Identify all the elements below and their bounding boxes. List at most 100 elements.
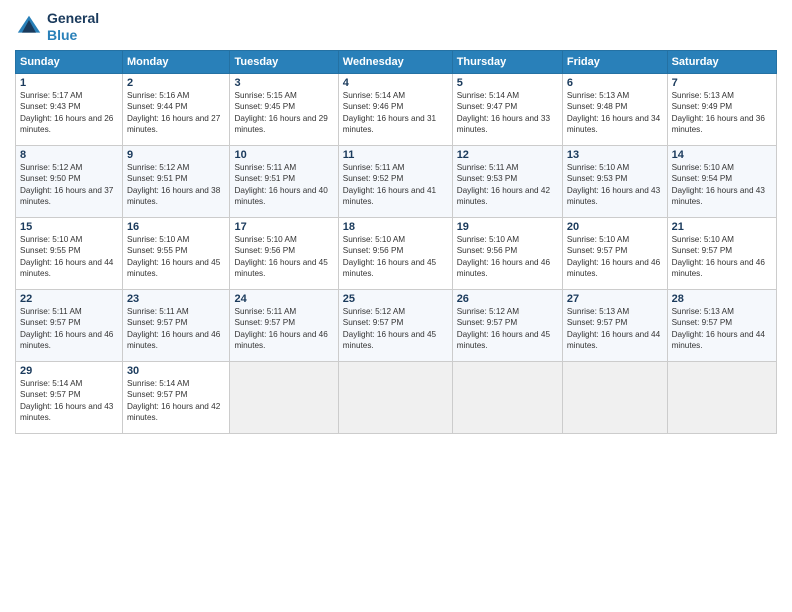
day-info: Sunrise: 5:10 AMSunset: 9:56 PMDaylight:… [343,234,448,280]
day-info: Sunrise: 5:11 AMSunset: 9:57 PMDaylight:… [20,306,118,352]
day-info: Sunrise: 5:14 AMSunset: 9:46 PMDaylight:… [343,90,448,136]
day-info: Sunrise: 5:11 AMSunset: 9:57 PMDaylight:… [127,306,226,352]
day-cell-20: 20Sunrise: 5:10 AMSunset: 9:57 PMDayligh… [562,217,667,289]
day-number: 26 [457,293,558,305]
day-number: 4 [343,77,448,89]
calendar-header-row: SundayMondayTuesdayWednesdayThursdayFrid… [16,50,777,73]
day-info: Sunrise: 5:13 AMSunset: 9:48 PMDaylight:… [567,90,663,136]
day-info: Sunrise: 5:12 AMSunset: 9:57 PMDaylight:… [343,306,448,352]
day-info: Sunrise: 5:12 AMSunset: 9:50 PMDaylight:… [20,162,118,208]
header-cell-friday: Friday [562,50,667,73]
day-cell-26: 26Sunrise: 5:12 AMSunset: 9:57 PMDayligh… [452,289,562,361]
header-cell-saturday: Saturday [667,50,776,73]
day-cell-14: 14Sunrise: 5:10 AMSunset: 9:54 PMDayligh… [667,145,776,217]
empty-cell [452,361,562,433]
day-cell-15: 15Sunrise: 5:10 AMSunset: 9:55 PMDayligh… [16,217,123,289]
day-cell-21: 21Sunrise: 5:10 AMSunset: 9:57 PMDayligh… [667,217,776,289]
day-info: Sunrise: 5:10 AMSunset: 9:56 PMDaylight:… [457,234,558,280]
day-cell-17: 17Sunrise: 5:10 AMSunset: 9:56 PMDayligh… [230,217,338,289]
day-info: Sunrise: 5:12 AMSunset: 9:57 PMDaylight:… [457,306,558,352]
day-number: 20 [567,221,663,233]
header-cell-monday: Monday [122,50,230,73]
day-number: 14 [672,149,772,161]
day-number: 30 [127,365,226,377]
page: General Blue SundayMondayTuesdayWednesda… [0,0,792,612]
day-info: Sunrise: 5:10 AMSunset: 9:55 PMDaylight:… [127,234,226,280]
day-cell-23: 23Sunrise: 5:11 AMSunset: 9:57 PMDayligh… [122,289,230,361]
week-row-5: 29Sunrise: 5:14 AMSunset: 9:57 PMDayligh… [16,361,777,433]
empty-cell [667,361,776,433]
header-cell-thursday: Thursday [452,50,562,73]
day-number: 12 [457,149,558,161]
day-info: Sunrise: 5:13 AMSunset: 9:57 PMDaylight:… [672,306,772,352]
day-number: 24 [234,293,333,305]
day-number: 28 [672,293,772,305]
day-number: 15 [20,221,118,233]
day-number: 29 [20,365,118,377]
day-cell-4: 4Sunrise: 5:14 AMSunset: 9:46 PMDaylight… [338,73,452,145]
day-cell-18: 18Sunrise: 5:10 AMSunset: 9:56 PMDayligh… [338,217,452,289]
day-number: 27 [567,293,663,305]
day-info: Sunrise: 5:10 AMSunset: 9:55 PMDaylight:… [20,234,118,280]
header: General Blue [15,10,777,44]
day-info: Sunrise: 5:11 AMSunset: 9:52 PMDaylight:… [343,162,448,208]
logo-text: General Blue [47,10,99,44]
day-cell-1: 1Sunrise: 5:17 AMSunset: 9:43 PMDaylight… [16,73,123,145]
day-number: 5 [457,77,558,89]
day-info: Sunrise: 5:16 AMSunset: 9:44 PMDaylight:… [127,90,226,136]
day-number: 9 [127,149,226,161]
day-number: 13 [567,149,663,161]
day-number: 21 [672,221,772,233]
day-number: 19 [457,221,558,233]
day-cell-12: 12Sunrise: 5:11 AMSunset: 9:53 PMDayligh… [452,145,562,217]
day-cell-6: 6Sunrise: 5:13 AMSunset: 9:48 PMDaylight… [562,73,667,145]
empty-cell [338,361,452,433]
day-number: 22 [20,293,118,305]
day-cell-30: 30Sunrise: 5:14 AMSunset: 9:57 PMDayligh… [122,361,230,433]
header-cell-wednesday: Wednesday [338,50,452,73]
day-number: 1 [20,77,118,89]
day-info: Sunrise: 5:13 AMSunset: 9:49 PMDaylight:… [672,90,772,136]
day-info: Sunrise: 5:10 AMSunset: 9:56 PMDaylight:… [234,234,333,280]
day-info: Sunrise: 5:10 AMSunset: 9:57 PMDaylight:… [672,234,772,280]
day-cell-8: 8Sunrise: 5:12 AMSunset: 9:50 PMDaylight… [16,145,123,217]
day-cell-7: 7Sunrise: 5:13 AMSunset: 9:49 PMDaylight… [667,73,776,145]
calendar-table: SundayMondayTuesdayWednesdayThursdayFrid… [15,50,777,434]
day-cell-29: 29Sunrise: 5:14 AMSunset: 9:57 PMDayligh… [16,361,123,433]
week-row-1: 1Sunrise: 5:17 AMSunset: 9:43 PMDaylight… [16,73,777,145]
week-row-2: 8Sunrise: 5:12 AMSunset: 9:50 PMDaylight… [16,145,777,217]
logo-icon [15,13,43,41]
day-info: Sunrise: 5:11 AMSunset: 9:57 PMDaylight:… [234,306,333,352]
day-info: Sunrise: 5:14 AMSunset: 9:57 PMDaylight:… [20,378,118,424]
day-cell-9: 9Sunrise: 5:12 AMSunset: 9:51 PMDaylight… [122,145,230,217]
logo: General Blue [15,10,99,44]
day-number: 2 [127,77,226,89]
day-info: Sunrise: 5:14 AMSunset: 9:57 PMDaylight:… [127,378,226,424]
day-number: 10 [234,149,333,161]
day-info: Sunrise: 5:10 AMSunset: 9:53 PMDaylight:… [567,162,663,208]
day-cell-28: 28Sunrise: 5:13 AMSunset: 9:57 PMDayligh… [667,289,776,361]
day-cell-19: 19Sunrise: 5:10 AMSunset: 9:56 PMDayligh… [452,217,562,289]
day-cell-13: 13Sunrise: 5:10 AMSunset: 9:53 PMDayligh… [562,145,667,217]
day-info: Sunrise: 5:14 AMSunset: 9:47 PMDaylight:… [457,90,558,136]
day-info: Sunrise: 5:15 AMSunset: 9:45 PMDaylight:… [234,90,333,136]
day-cell-11: 11Sunrise: 5:11 AMSunset: 9:52 PMDayligh… [338,145,452,217]
day-number: 25 [343,293,448,305]
day-number: 8 [20,149,118,161]
calendar-body: 1Sunrise: 5:17 AMSunset: 9:43 PMDaylight… [16,73,777,433]
day-info: Sunrise: 5:10 AMSunset: 9:54 PMDaylight:… [672,162,772,208]
day-number: 11 [343,149,448,161]
day-info: Sunrise: 5:17 AMSunset: 9:43 PMDaylight:… [20,90,118,136]
day-number: 16 [127,221,226,233]
day-cell-5: 5Sunrise: 5:14 AMSunset: 9:47 PMDaylight… [452,73,562,145]
day-info: Sunrise: 5:12 AMSunset: 9:51 PMDaylight:… [127,162,226,208]
week-row-3: 15Sunrise: 5:10 AMSunset: 9:55 PMDayligh… [16,217,777,289]
day-cell-2: 2Sunrise: 5:16 AMSunset: 9:44 PMDaylight… [122,73,230,145]
header-cell-sunday: Sunday [16,50,123,73]
day-info: Sunrise: 5:13 AMSunset: 9:57 PMDaylight:… [567,306,663,352]
day-info: Sunrise: 5:11 AMSunset: 9:51 PMDaylight:… [234,162,333,208]
day-cell-22: 22Sunrise: 5:11 AMSunset: 9:57 PMDayligh… [16,289,123,361]
day-number: 3 [234,77,333,89]
empty-cell [230,361,338,433]
day-number: 23 [127,293,226,305]
